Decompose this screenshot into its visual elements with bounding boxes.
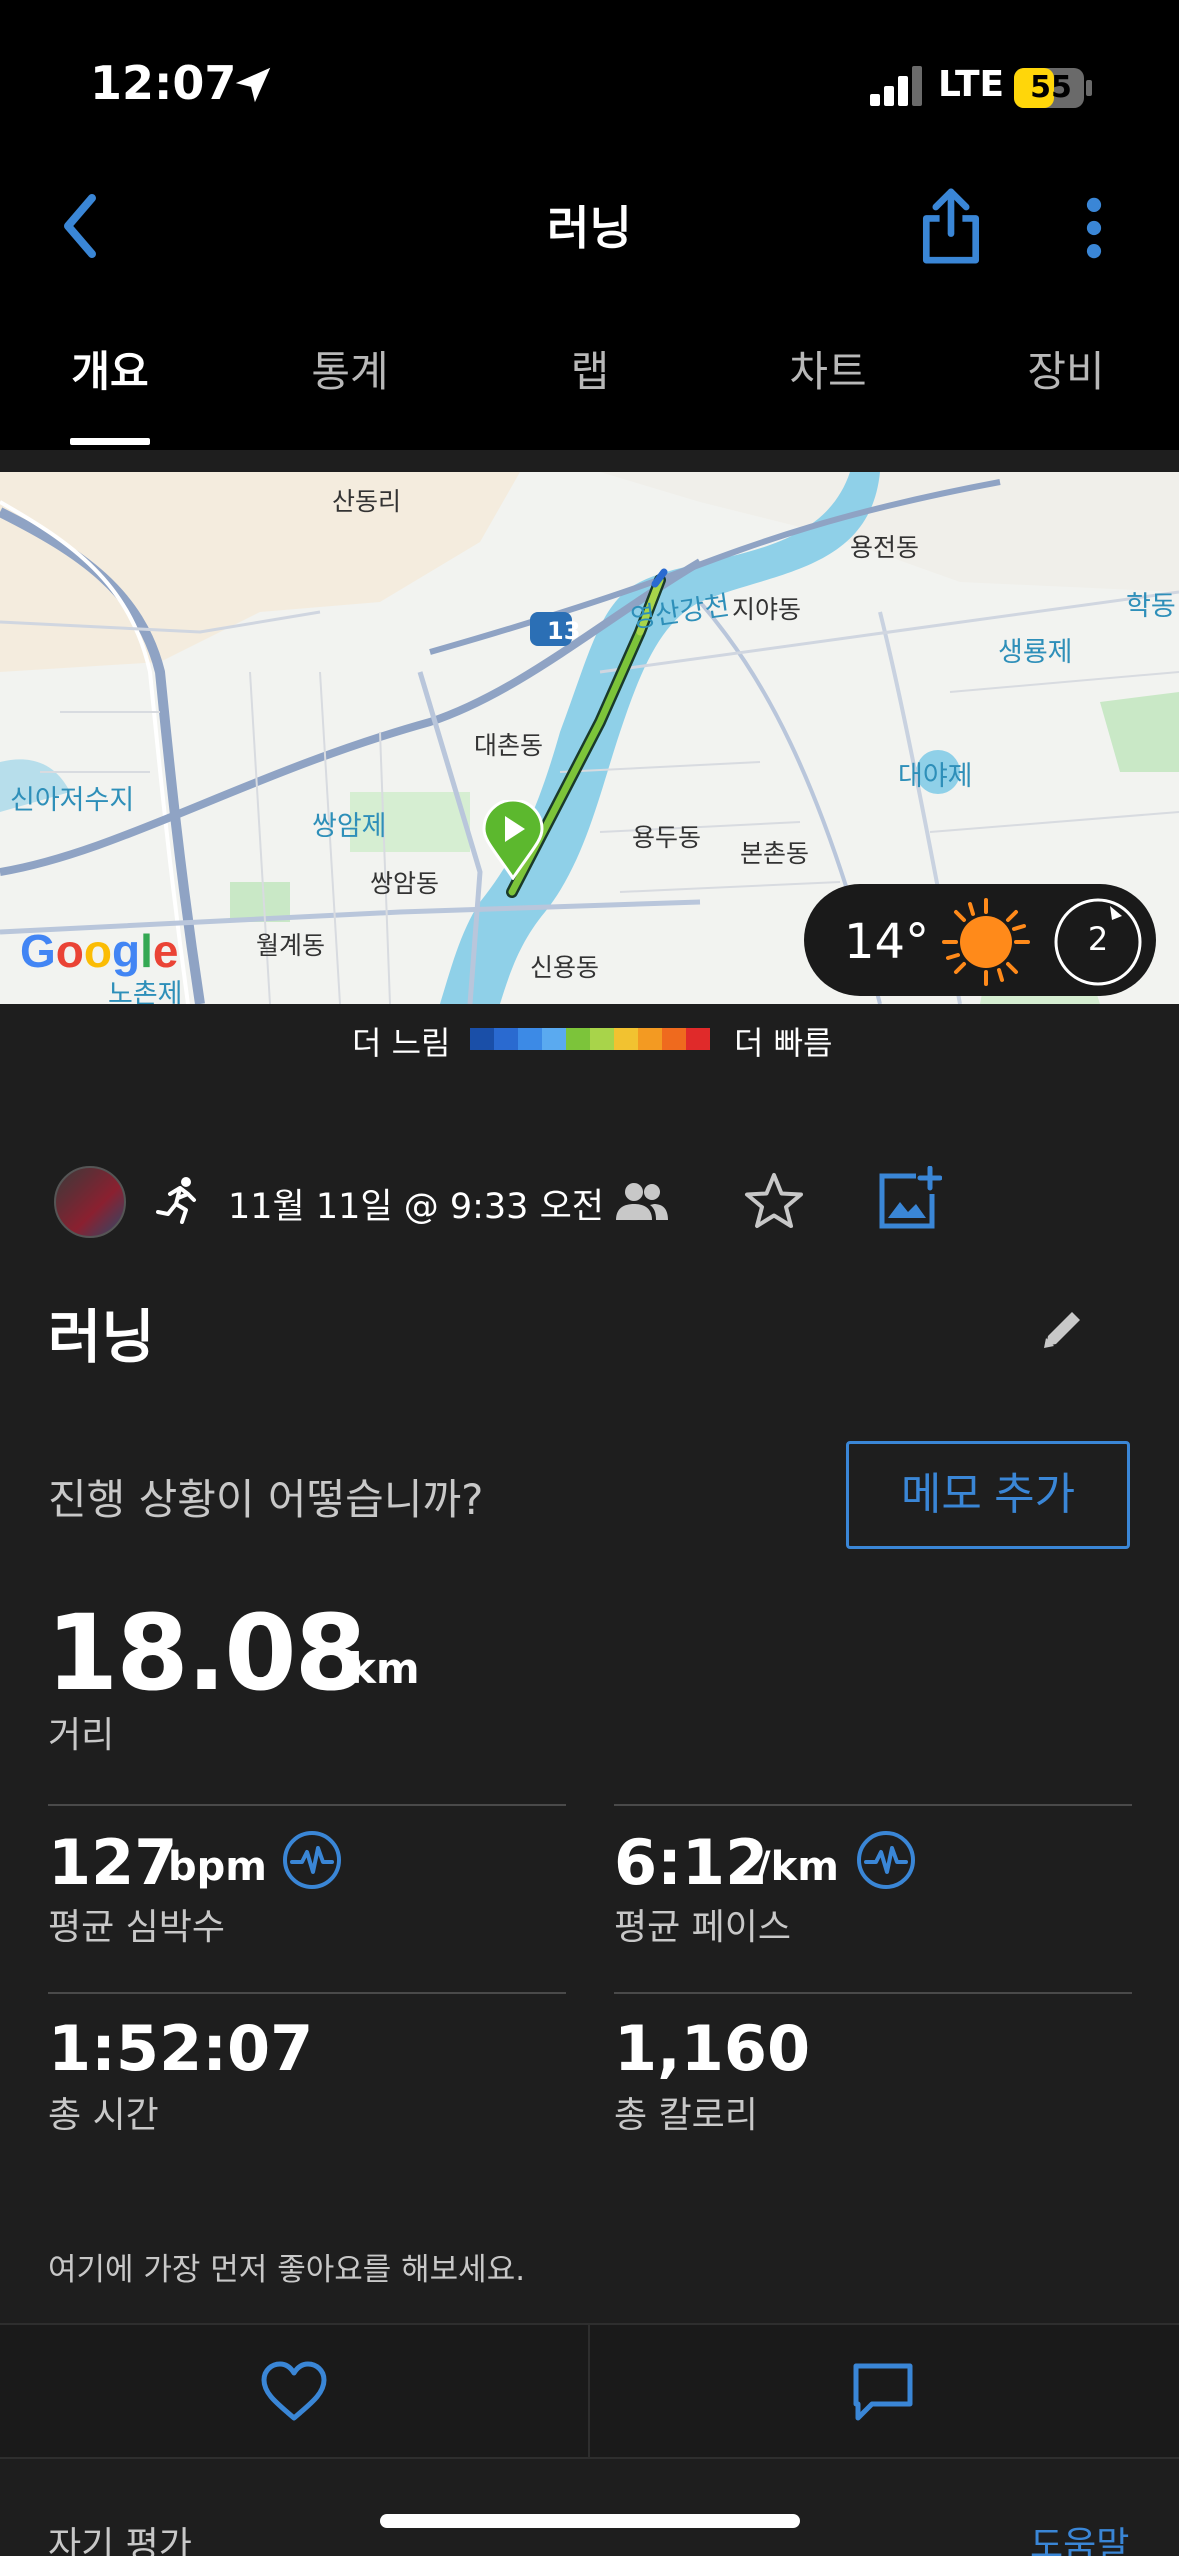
tab-laps[interactable]: 랩 [490,338,690,399]
map-label: 쌍암동 [370,869,440,898]
edit-pencil-icon[interactable] [1040,1306,1086,1352]
divider [588,2325,590,2457]
heart-rate-value: 127 [48,1826,178,1899]
self-evaluation-heading: 자기 평가 [48,2525,192,2556]
map-label: 본촌동 [740,839,810,868]
like-prompt: 여기에 가장 먼저 좋아요를 해보세요. [48,2252,526,2288]
pace-color-legend [470,1028,710,1050]
map-label: 산동리 [332,487,402,516]
tab-charts[interactable]: 차트 [728,338,928,399]
heart-rate-label: 평균 심박수 [48,1907,226,1948]
pace-value: 6:12 [614,1826,769,1899]
avatar[interactable] [54,1166,126,1238]
divider [48,1992,566,1994]
road-number: 13 [547,617,581,645]
sun-icon [942,898,1030,986]
help-link[interactable]: 도움말 [1030,2516,1129,2556]
cell-signal-icon [870,66,922,106]
progress-question: 진행 상황이 어떻습니까? [48,1475,484,1524]
start-marker-icon [482,800,544,880]
heart-rate-unit: bpm [168,1844,267,1890]
total-time-label: 총 시간 [48,2095,159,2136]
pace-unit: /km [756,1844,839,1890]
people-icon[interactable] [614,1180,670,1224]
star-icon[interactable] [742,1170,806,1234]
calories-value: 1,160 [614,2012,811,2085]
map-label: 대야제 [898,761,973,792]
divider [48,1804,566,1806]
distance-label: 거리 [48,1715,115,1756]
map-label: 지야동 [732,595,802,624]
page-title: 러닝 [547,201,632,255]
heart-rate-info-icon[interactable] [282,1830,342,1890]
active-tab-indicator [70,438,150,445]
map-label: 대촌동 [474,731,544,760]
comment-icon[interactable] [850,2360,916,2424]
google-logo: Google [20,925,179,977]
pace-info-icon[interactable] [856,1830,916,1890]
heart-icon[interactable] [258,2360,330,2424]
legend-slow-label: 더 느림 [352,1024,451,1062]
wind-speed: 2 [1087,920,1109,958]
calories-label: 총 칼로리 [614,2095,758,2136]
activity-date: 11월 11일 @ 9:33 오전 [228,1187,604,1227]
add-memo-button[interactable]: 메모 추가 [846,1441,1130,1549]
map-label: 신아저수지 [10,785,135,816]
running-icon [156,1177,196,1224]
map-label: 용전동 [850,533,920,562]
weather-temperature: 14° [844,914,930,970]
map-label: 쌍암제 [312,811,387,842]
map-label: 신용동 [530,953,600,982]
network-type: LTE [938,64,1005,105]
battery-level: 55 [1030,70,1072,105]
share-icon[interactable] [920,188,982,264]
tab-overview[interactable]: 개요 [10,338,210,399]
distance-unit: km [348,1644,420,1693]
map-label: 월계동 [256,931,326,960]
activity-name: 러닝 [48,1303,155,1371]
status-time: 12:07 [90,56,237,110]
distance-value: 18.08 [46,1592,367,1714]
map-label: 생룡제 [998,637,1073,668]
home-indicator[interactable] [380,2514,800,2528]
map-label: 학동 [1126,591,1176,622]
tab-gear[interactable]: 장비 [966,338,1166,399]
add-photo-icon[interactable] [876,1166,942,1232]
pace-label: 평균 페이스 [614,1907,792,1948]
total-time-value: 1:52:07 [48,2012,314,2085]
divider [614,1804,1132,1806]
tab-stats[interactable]: 통계 [250,338,450,399]
divider [614,1992,1132,1994]
legend-fast-label: 더 빠름 [734,1024,833,1062]
more-options-icon[interactable] [1076,196,1112,260]
location-arrow-icon [235,67,271,103]
map-label: 용두동 [632,823,702,852]
